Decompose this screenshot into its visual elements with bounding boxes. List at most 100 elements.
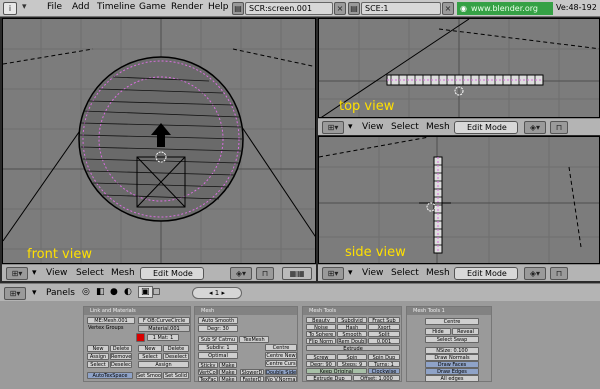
turns-field[interactable]: Turns: 1 bbox=[368, 361, 400, 367]
vgroup-remove-button[interactable]: Remove bbox=[110, 353, 132, 360]
object-name-field[interactable]: F OB:CurveCircle bbox=[138, 317, 190, 324]
texface-make-button[interactable]: Make bbox=[219, 376, 237, 382]
screen-browse-icon[interactable]: ▤ bbox=[232, 2, 244, 15]
select-swap-button[interactable]: Select Swap bbox=[425, 336, 479, 343]
split-button[interactable]: Split bbox=[368, 331, 400, 337]
editing-context-icon[interactable]: ▣ bbox=[138, 286, 153, 298]
front-viewport[interactable]: front view bbox=[2, 18, 316, 264]
menu-help[interactable]: Help bbox=[208, 2, 229, 12]
draw-normals-toggle[interactable]: Draw Normals bbox=[425, 354, 479, 361]
clockwise-toggle[interactable]: Clockwise bbox=[368, 368, 400, 374]
page-stepper[interactable]: ◂ 1 ▸ bbox=[192, 287, 242, 299]
shading-context-icon[interactable]: ● bbox=[110, 287, 118, 297]
no-vnormal-flip-toggle[interactable]: No V.Normal bbox=[265, 376, 297, 382]
side-menu-select[interactable]: Select bbox=[391, 268, 419, 278]
side-menu-view[interactable]: View bbox=[362, 268, 383, 278]
menu-timeline[interactable]: Timeline bbox=[97, 2, 135, 12]
centre-cursor-button[interactable]: Centre Curso bbox=[265, 360, 297, 367]
vgroup-delete-button[interactable]: Delete bbox=[110, 345, 132, 352]
auto-smooth-toggle[interactable]: Auto Smooth bbox=[198, 317, 238, 324]
set-solid-button[interactable]: Set Solid bbox=[163, 372, 189, 379]
vgroup-assign-button[interactable]: Assign bbox=[87, 353, 109, 360]
draw-edges-toggle[interactable]: Draw Edges bbox=[425, 368, 479, 375]
xsort-button[interactable]: Xsort bbox=[368, 324, 400, 330]
view3d-type-icon[interactable]: ⊞▾ bbox=[322, 267, 344, 280]
front-menu-mesh[interactable]: Mesh bbox=[111, 268, 135, 278]
draw-faces-toggle[interactable]: Draw Faces bbox=[425, 361, 479, 368]
subdivide-button[interactable]: Subdivid bbox=[337, 317, 367, 323]
autotexspace-toggle[interactable]: AutoTexSpace bbox=[87, 372, 133, 379]
vgroup-select-button[interactable]: Select bbox=[87, 361, 109, 368]
front-mode-select[interactable]: Edit Mode bbox=[140, 267, 204, 280]
centre-new-button[interactable]: Centre New bbox=[265, 352, 297, 359]
header-collapse-icon[interactable]: ▾ bbox=[348, 268, 353, 278]
beauty-toggle[interactable]: Beauty bbox=[306, 317, 336, 323]
info-icon[interactable]: i bbox=[3, 2, 17, 15]
material-select-button[interactable]: Select bbox=[138, 353, 162, 360]
to-sphere-button[interactable]: To Sphere bbox=[306, 331, 336, 337]
menu-collapse-icon[interactable]: ▾ bbox=[22, 2, 27, 12]
side-menu-mesh[interactable]: Mesh bbox=[426, 268, 450, 278]
manipulator-icon[interactable]: ⊓ bbox=[550, 121, 568, 134]
material-color-swatch[interactable] bbox=[136, 333, 145, 342]
keep-original-toggle[interactable]: Keep Original bbox=[306, 368, 367, 374]
top-menu-view[interactable]: View bbox=[362, 122, 383, 132]
material-index[interactable]: 1 Mat: 1 bbox=[147, 334, 179, 341]
top-menu-mesh[interactable]: Mesh bbox=[426, 122, 450, 132]
set-smooth-button[interactable]: Set Smoot bbox=[136, 372, 162, 379]
screw-button[interactable]: Screw bbox=[306, 354, 336, 360]
reveal-button[interactable]: Reveal bbox=[452, 328, 479, 335]
layer-grid-icon[interactable]: ▦▦ bbox=[282, 267, 312, 280]
manipulator-icon[interactable]: ⊓ bbox=[256, 267, 274, 280]
spin-button[interactable]: Spin bbox=[337, 354, 367, 360]
menu-render[interactable]: Render bbox=[171, 2, 203, 12]
material-new-button[interactable]: New bbox=[138, 345, 162, 352]
noise-button[interactable]: Noise bbox=[306, 324, 336, 330]
screen-close-icon[interactable]: × bbox=[334, 2, 346, 15]
buttons-type-icon[interactable]: ⊞▾ bbox=[4, 287, 26, 300]
pivot-icon[interactable]: ◈▾ bbox=[524, 121, 546, 134]
extrude-dup-button[interactable]: Extrude Dup bbox=[306, 375, 352, 381]
pivot-icon[interactable]: ◈▾ bbox=[524, 267, 546, 280]
all-edges-toggle[interactable]: All edges bbox=[425, 375, 479, 382]
object-context-icon[interactable]: ◐ bbox=[124, 287, 132, 297]
vgroup-deselect-button[interactable]: Deselect bbox=[110, 361, 132, 368]
screen-name-field[interactable]: SCR:screen.001 bbox=[245, 2, 333, 15]
centre-button[interactable]: Centre bbox=[265, 344, 297, 351]
texmesh-field[interactable]: TexMesh bbox=[239, 336, 269, 343]
view3d-type-icon[interactable]: ⊞▾ bbox=[6, 267, 28, 280]
side-viewport[interactable]: side view bbox=[318, 136, 600, 264]
offset-field[interactable]: Offset: 1.000 bbox=[353, 375, 400, 381]
rem-doubles-button[interactable]: Rem Doubl bbox=[337, 338, 367, 344]
scene-browse-icon[interactable]: ▤ bbox=[348, 2, 360, 15]
scene-context-icon[interactable]: ▢ bbox=[152, 287, 161, 297]
mesh-name-field[interactable]: ME:Mesh.001 bbox=[87, 317, 135, 324]
blender-link[interactable]: ◉ www.blender.org 232 bbox=[457, 2, 553, 26]
hide-button[interactable]: Hide bbox=[425, 328, 451, 335]
double-sided-toggle[interactable]: Double Side bbox=[265, 369, 297, 375]
top-menu-select[interactable]: Select bbox=[391, 122, 419, 132]
extrude-button[interactable]: Extrude bbox=[306, 345, 400, 351]
subdiv-levels[interactable]: Subdiv: 1 bbox=[198, 344, 238, 351]
hash-button[interactable]: Hash bbox=[337, 324, 367, 330]
sticky-make-button[interactable]: Make bbox=[219, 362, 237, 368]
material-deselect-button[interactable]: Deselect bbox=[163, 353, 189, 360]
faster-draw-button[interactable]: FasterD bbox=[240, 376, 264, 382]
manipulator-icon[interactable]: ⊓ bbox=[550, 267, 568, 280]
header-collapse-icon[interactable]: ▾ bbox=[348, 122, 353, 132]
top-viewport[interactable]: top view bbox=[318, 18, 600, 118]
smooth-button[interactable]: Smooth bbox=[337, 331, 367, 337]
limit-field[interactable]: 0.001 bbox=[368, 338, 400, 344]
material-assign-button[interactable]: Assign bbox=[138, 361, 189, 368]
vertcol-make-button[interactable]: Make bbox=[219, 369, 237, 375]
front-menu-view[interactable]: View bbox=[46, 268, 67, 278]
subsurf-toggle[interactable]: Sub Sf Catmu bbox=[198, 336, 238, 343]
material-delete-button[interactable]: Delete bbox=[163, 345, 189, 352]
slower-draw-button[interactable]: SlowerD bbox=[240, 369, 264, 375]
script-context-icon[interactable]: ◧ bbox=[96, 287, 105, 297]
header-collapse-icon[interactable]: ▾ bbox=[32, 268, 37, 278]
scene-name-field[interactable]: SCE:1 bbox=[361, 2, 441, 15]
optimal-toggle[interactable]: Optimal bbox=[198, 352, 238, 359]
vgroup-new-button[interactable]: New bbox=[87, 345, 109, 352]
front-menu-select[interactable]: Select bbox=[76, 268, 104, 278]
